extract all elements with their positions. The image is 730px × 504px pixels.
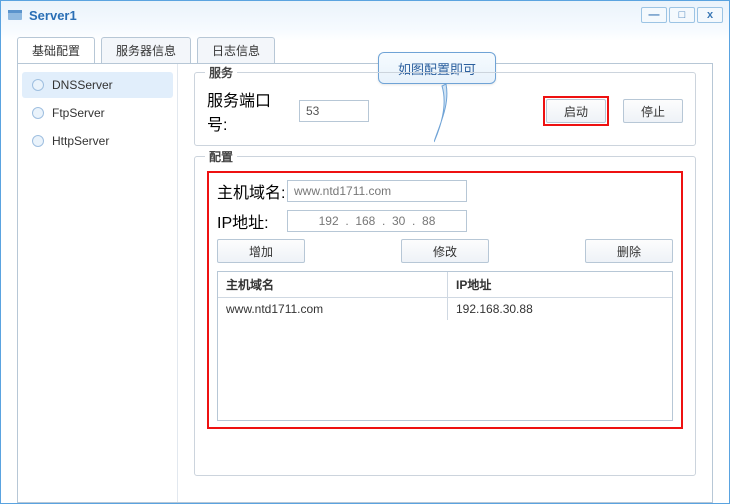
status-dot-icon	[32, 79, 44, 91]
service-legend: 服务	[205, 64, 237, 81]
start-button[interactable]: 启动	[546, 99, 606, 123]
sidebar-item-httpserver[interactable]: HttpServer	[22, 128, 173, 154]
window-title: Server1	[29, 8, 77, 23]
delete-button[interactable]: 删除	[585, 239, 673, 263]
host-input[interactable]	[287, 180, 467, 202]
port-input[interactable]	[299, 100, 369, 122]
config-table[interactable]: 主机域名 IP地址 www.ntd1711.com 192.168.30.88	[217, 271, 673, 421]
window-controls: — □ x	[641, 7, 723, 23]
titlebar: Server1 — □ x	[1, 1, 729, 29]
col-ip: IP地址	[448, 272, 672, 297]
ip-label: IP地址:	[217, 209, 287, 233]
edit-button[interactable]: 修改	[401, 239, 489, 263]
content-area: 如图配置即可 服务 服务端口号: 启动 停止	[178, 64, 712, 502]
add-button[interactable]: 增加	[217, 239, 305, 263]
close-button[interactable]: x	[697, 7, 723, 23]
tab-panel: DNSServer FtpServer HttpServer 如图配置即可 服务	[17, 63, 713, 503]
config-legend: 配置	[205, 148, 237, 165]
sidebar-item-label: HttpServer	[52, 134, 109, 148]
port-label: 服务端口号:	[207, 87, 287, 135]
host-label: 主机域名:	[217, 179, 287, 203]
service-fieldset: 服务 服务端口号: 启动 停止	[194, 72, 696, 146]
app-window: Server1 — □ x 基础配置 服务器信息 日志信息 DNSServer …	[0, 0, 730, 504]
app-icon	[7, 7, 23, 23]
maximize-button[interactable]: □	[669, 7, 695, 23]
stop-button[interactable]: 停止	[623, 99, 683, 123]
table-row[interactable]: www.ntd1711.com 192.168.30.88	[218, 298, 672, 320]
tab-bar: 基础配置 服务器信息 日志信息	[1, 29, 729, 63]
tab-basic[interactable]: 基础配置	[17, 37, 95, 63]
sidebar-item-label: FtpServer	[52, 106, 105, 120]
sidebar-item-dnsserver[interactable]: DNSServer	[22, 72, 173, 98]
sidebar-item-ftpserver[interactable]: FtpServer	[22, 100, 173, 126]
sidebar-item-label: DNSServer	[52, 78, 113, 92]
status-dot-icon	[32, 107, 44, 119]
ip-input[interactable]	[287, 210, 467, 232]
cell-ip: 192.168.30.88	[448, 298, 672, 320]
table-header: 主机域名 IP地址	[218, 272, 672, 298]
config-highlight: 主机域名: IP地址: 增加 修改 删除 主机域名	[207, 171, 683, 429]
config-fieldset: 配置 主机域名: IP地址: 增加 修改 删除	[194, 156, 696, 476]
cell-host: www.ntd1711.com	[218, 298, 448, 320]
sidebar: DNSServer FtpServer HttpServer	[18, 64, 178, 502]
tab-serverinfo[interactable]: 服务器信息	[101, 37, 191, 63]
col-host: 主机域名	[218, 272, 448, 297]
tab-log[interactable]: 日志信息	[197, 37, 275, 63]
status-dot-icon	[32, 135, 44, 147]
minimize-button[interactable]: —	[641, 7, 667, 23]
start-highlight: 启动	[543, 96, 609, 126]
